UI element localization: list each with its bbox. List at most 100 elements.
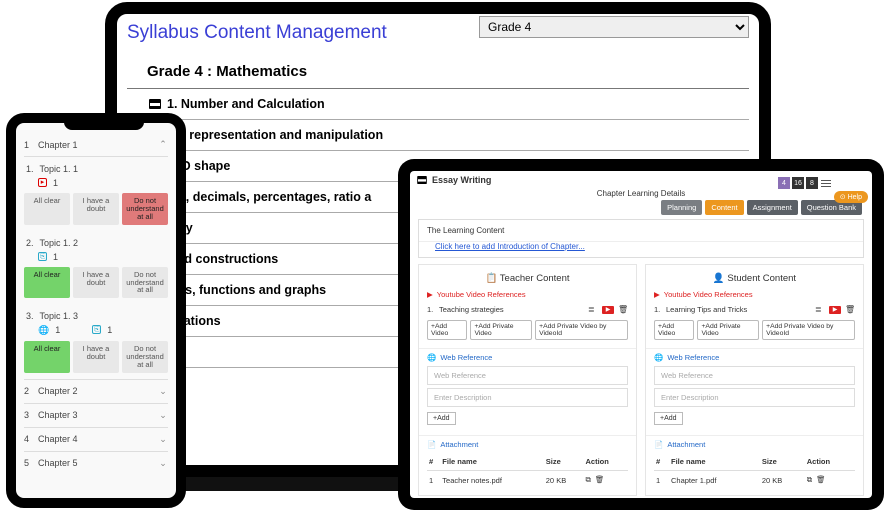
video-entry: 1. Teaching strategies ≣ ▶ 🗑: [427, 303, 628, 316]
tablet-screen: Essay Writing 4 16 8 ⊙ Help Chapter Lear…: [410, 171, 872, 498]
web-reference-section: 🌐 Web Reference: [654, 353, 855, 362]
add-video-button[interactable]: +Add Video: [427, 320, 467, 340]
chevron-down-icon: ⌄: [158, 458, 168, 469]
book-icon: [149, 99, 161, 109]
col-file: File name: [440, 453, 543, 471]
col-num: #: [654, 453, 669, 471]
list-icon[interactable]: ≣: [815, 306, 825, 314]
col-action: Action: [805, 453, 855, 471]
card-title: The Learning Content: [419, 220, 863, 242]
grade-select[interactable]: Grade 4: [479, 16, 749, 38]
web-reference-input[interactable]: Web Reference: [654, 366, 855, 385]
col-size: Size: [544, 453, 584, 471]
chapter-row[interactable]: 1. Number and Calculation: [127, 89, 749, 120]
topic-name: Topic 1. 3: [40, 311, 79, 321]
attachment-section: 📄 Attachment: [427, 440, 628, 449]
youtube-icon[interactable]: ▶: [829, 306, 841, 314]
attachments-table: # File name Size Action 1 Chapter 1.pdf …: [654, 453, 855, 489]
phone-notch: [64, 122, 144, 130]
tab-assignment[interactable]: Assignment: [747, 200, 798, 215]
youtube-section-title: ▶ Youtube Video References: [654, 290, 855, 299]
add-video-button[interactable]: +Add Video: [654, 320, 694, 340]
student-content-panel: 👤 Student Content ▶ Youtube Video Refere…: [645, 264, 864, 496]
col-file: File name: [669, 453, 760, 471]
table-row: 1 Teacher notes.pdf 20 KB ⧉🗑: [427, 471, 628, 490]
delete-icon[interactable]: 🗑: [595, 475, 605, 484]
attachment-icon: ⎘: [92, 325, 101, 334]
tab-content[interactable]: Content: [705, 200, 743, 215]
book-icon: [417, 176, 427, 184]
table-row: 1 Chapter 1.pdf 20 KB ⧉🗑: [654, 471, 855, 490]
add-web-reference-button[interactable]: +Add: [427, 412, 456, 425]
web-reference-input[interactable]: Web Reference: [427, 366, 628, 385]
attachment-section: 📄 Attachment: [654, 440, 855, 449]
have-doubt-button[interactable]: I have a doubt: [73, 267, 119, 299]
chapter-item-expanded[interactable]: 1 Chapter 1 ⌃: [24, 133, 168, 157]
all-clear-button[interactable]: All clear: [24, 193, 70, 225]
topic-name: Topic 1. 1: [40, 164, 79, 174]
all-clear-button[interactable]: All clear: [24, 341, 70, 373]
col-num: #: [427, 453, 440, 471]
phone-device: 1 Chapter 1 ⌃ 1. Topic 1. 1 ▸ 1 All clea…: [6, 113, 186, 508]
not-understand-button[interactable]: Do not understand at all: [122, 267, 168, 299]
youtube-section-title: ▶ Youtube Video References: [427, 290, 628, 299]
chapter-item[interactable]: 3Chapter 3⌄: [24, 404, 168, 428]
resource-count: 1: [55, 325, 60, 336]
topic-number: 3.: [26, 311, 34, 321]
list-icon[interactable]: ≣: [588, 306, 598, 314]
chapter-title: Essay Writing: [432, 175, 491, 185]
globe-icon: 🌐: [38, 325, 49, 336]
chevron-down-icon: ⌄: [158, 386, 168, 397]
panel-heading: 📋 Teacher Content: [427, 271, 628, 290]
col-size: Size: [760, 453, 805, 471]
not-understand-button[interactable]: Do not understand at all: [122, 193, 168, 225]
menu-icon[interactable]: [820, 177, 832, 189]
have-doubt-button[interactable]: I have a doubt: [73, 193, 119, 225]
panel-heading: 👤 Student Content: [654, 271, 855, 290]
delete-icon[interactable]: 🗑: [618, 306, 628, 314]
attachments-table: # File name Size Action 1 Teacher notes.…: [427, 453, 628, 489]
topic-name: Topic 1. 2: [40, 238, 79, 248]
video-entry: 1. Learning Tips and Tricks ≣ ▶ 🗑: [654, 303, 855, 316]
chapter-item[interactable]: 4Chapter 4⌄: [24, 428, 168, 452]
count-badge: 16: [792, 177, 804, 189]
chapter-row[interactable]: ebraic representation and manipulation: [127, 120, 749, 151]
description-input[interactable]: Enter Description: [654, 388, 855, 407]
chevron-up-icon: ⌃: [158, 139, 168, 150]
not-understand-button[interactable]: Do not understand at all: [122, 341, 168, 373]
topic-block: 2. Topic 1. 2 ⎘ 1 All clear I have a dou…: [24, 231, 168, 305]
youtube-icon[interactable]: ▶: [602, 306, 614, 314]
download-icon[interactable]: ⧉: [807, 475, 812, 485]
resource-count: 1: [53, 252, 58, 262]
topic-block: 1. Topic 1. 1 ▸ 1 All clear I have a dou…: [24, 157, 168, 231]
delete-icon[interactable]: 🗑: [845, 306, 855, 314]
chapter-title: 1. Number and Calculation: [167, 97, 325, 111]
delete-icon[interactable]: 🗑: [816, 475, 826, 484]
resource-count: 1: [53, 178, 58, 188]
col-action: Action: [584, 453, 629, 471]
add-intro-link[interactable]: Click here to add Introduction of Chapte…: [419, 242, 863, 257]
chapter-item[interactable]: 5Chapter 5⌄: [24, 452, 168, 475]
chevron-down-icon: ⌄: [158, 410, 168, 421]
youtube-icon: ▸: [38, 178, 47, 187]
download-icon[interactable]: ⧉: [586, 475, 591, 485]
tablet-device: Essay Writing 4 16 8 ⊙ Help Chapter Lear…: [398, 159, 884, 510]
description-input[interactable]: Enter Description: [427, 388, 628, 407]
add-private-video-button[interactable]: +Add Private Video: [697, 320, 759, 340]
topic-number: 1.: [26, 164, 34, 174]
add-private-video-by-id-button[interactable]: +Add Private Video by VideoId: [762, 320, 855, 340]
resource-count: 1: [107, 325, 112, 336]
chevron-down-icon: ⌄: [158, 434, 168, 445]
help-button[interactable]: ⊙ Help: [834, 191, 868, 203]
chapter-item[interactable]: 2Chapter 2⌄: [24, 380, 168, 404]
all-clear-button[interactable]: All clear: [24, 267, 70, 299]
tab-planning[interactable]: Planning: [661, 200, 702, 215]
attachment-icon: ⎘: [38, 252, 47, 261]
teacher-content-panel: 📋 Teacher Content ▶ Youtube Video Refere…: [418, 264, 637, 496]
have-doubt-button[interactable]: I have a doubt: [73, 341, 119, 373]
topic-number: 2.: [26, 238, 34, 248]
add-private-video-by-id-button[interactable]: +Add Private Video by VideoId: [535, 320, 628, 340]
add-private-video-button[interactable]: +Add Private Video: [470, 320, 532, 340]
add-web-reference-button[interactable]: +Add: [654, 412, 683, 425]
count-badge: 8: [806, 177, 818, 189]
